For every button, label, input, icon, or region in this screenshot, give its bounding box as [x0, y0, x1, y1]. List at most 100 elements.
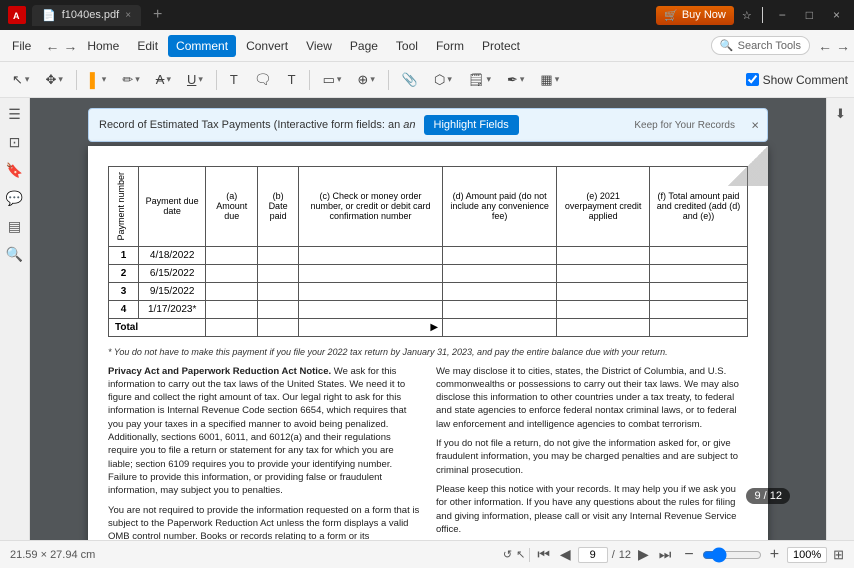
next-page-btn[interactable]: ▶: [635, 546, 652, 563]
nav-next-icon[interactable]: →: [836, 38, 850, 54]
highlight-btn[interactable]: ▌ ▾: [84, 69, 112, 91]
zoom-level-input[interactable]: [787, 547, 827, 563]
show-comment-toggle[interactable]: Show Comment: [746, 73, 848, 87]
pencil-icon: ✏: [122, 72, 133, 88]
select-icon[interactable]: ↖: [516, 548, 525, 561]
first-page-btn[interactable]: ⏮: [534, 546, 553, 563]
strikethrough-btn[interactable]: A ▾: [150, 69, 177, 90]
zoom-out-btn[interactable]: −: [682, 546, 695, 564]
sidebar-layers-icon[interactable]: ▤: [5, 216, 25, 236]
sidebar-search-icon[interactable]: 🔍: [5, 244, 25, 264]
tab-close-btn[interactable]: ×: [125, 10, 131, 21]
shapes-icon: ▭: [323, 72, 335, 88]
sidebar-nav-icon[interactable]: ☰: [5, 104, 25, 124]
svg-text:A: A: [13, 11, 20, 21]
highlight-icon: ▌: [90, 72, 100, 88]
menu-convert[interactable]: Convert: [238, 35, 296, 57]
sidebar-comment-icon[interactable]: 💬: [5, 188, 25, 208]
table-row: 2 6/15/2022: [109, 264, 748, 282]
sign-caret: ▾: [520, 74, 525, 85]
sep3: [309, 70, 310, 90]
download-icon[interactable]: ⬇: [831, 104, 851, 124]
attachment-btn[interactable]: 📎: [396, 69, 424, 91]
buy-now-button[interactable]: 🛒 Buy Now: [656, 6, 734, 25]
annotation-toolbar: ↖ ▾ ✥ ▾ ▌ ▾ ✏ ▾ A ▾ U ▾ T 🗨 T ▭ ▾ ⊕ ▾ 📎: [0, 62, 854, 98]
statusbar: 21.59 × 27.94 cm ↺ ↖ ⏮ ◀ / 12 ▶ ⏭ − + ⊞: [0, 540, 854, 568]
notification-close-btn[interactable]: ×: [751, 118, 759, 133]
menu-comment[interactable]: Comment: [168, 35, 236, 57]
highlight-caret: ▾: [102, 74, 107, 85]
pdf-viewer[interactable]: Record of Estimated Tax Payments (Intera…: [30, 98, 826, 540]
search-tools-box[interactable]: 🔍 Search Tools: [711, 36, 810, 55]
right-para3: Please keep this notice with your record…: [436, 483, 748, 536]
close-window-button[interactable]: ×: [827, 8, 846, 22]
rotate-ccw-icon[interactable]: ↺: [503, 548, 512, 561]
sign-icon: ✒: [507, 72, 518, 88]
cart-icon: 🛒: [664, 9, 678, 22]
stamp-btn[interactable]: ⬡ ▾: [428, 69, 458, 91]
typewriter-icon: T: [288, 72, 296, 87]
underline-icon: U: [187, 72, 196, 87]
check-header: (c) Check or money order number, or cred…: [298, 167, 442, 247]
pan-btn[interactable]: ✥ ▾: [39, 69, 68, 91]
sep4: [388, 70, 389, 90]
menu-view[interactable]: View: [298, 35, 340, 57]
app-icon: A: [8, 6, 26, 24]
table-row: 4 1/17/2023*: [109, 300, 748, 318]
back-arrow-icon[interactable]: ←: [45, 38, 59, 54]
area-highlight-btn[interactable]: ▦ ▾: [534, 69, 565, 91]
sidebar-thumbnail-icon[interactable]: ⊡: [5, 132, 25, 152]
page-badge: 9 / 12: [746, 488, 790, 504]
keep-label: Keep for Your Records: [634, 120, 735, 131]
measure-btn[interactable]: ⊕ ▾: [351, 69, 380, 91]
titlebar: A 📄 f1040es.pdf × + 🛒 Buy Now ☆ − □ ×: [0, 0, 854, 30]
active-tab[interactable]: 📄 f1040es.pdf ×: [32, 5, 141, 26]
sticky-note-btn[interactable]: 🗒 ▾: [462, 69, 497, 91]
menu-file[interactable]: File: [4, 35, 39, 57]
menu-page[interactable]: Page: [342, 35, 386, 57]
menu-tool[interactable]: Tool: [388, 35, 426, 57]
zoom-in-btn[interactable]: +: [768, 546, 781, 564]
sidebar-bookmark-icon[interactable]: 🔖: [5, 160, 25, 180]
minimize-button[interactable]: −: [773, 8, 792, 22]
content-area: ☰ ⊡ 🔖 💬 ▤ 🔍 Record of Estimated Tax Paym…: [0, 98, 854, 540]
measure-caret: ▾: [370, 74, 375, 85]
text-box-btn[interactable]: T: [224, 69, 244, 90]
notification-bar: Record of Estimated Tax Payments (Intera…: [88, 108, 768, 142]
nav-prev-icon[interactable]: ←: [818, 38, 832, 54]
text-columns: Privacy Act and Paperwork Reduction Act …: [108, 365, 748, 540]
sign-btn[interactable]: ✒ ▾: [501, 69, 530, 91]
privacy-heading-suffix: We ask for this information to carry out…: [108, 366, 406, 497]
new-tab-btn[interactable]: +: [147, 6, 168, 24]
stamp-caret: ▾: [447, 74, 452, 85]
pencil-btn[interactable]: ✏ ▾: [116, 69, 145, 91]
right-para2: If you do not file a return, do not give…: [436, 437, 748, 477]
maximize-button[interactable]: □: [800, 8, 819, 22]
last-page-btn[interactable]: ⏭: [656, 546, 675, 563]
area-highlight-icon: ▦: [540, 72, 552, 88]
sep2: [216, 70, 217, 90]
page-separator: /: [612, 549, 615, 561]
menu-home[interactable]: Home: [79, 35, 127, 57]
highlight-fields-button[interactable]: Highlight Fields: [424, 115, 519, 135]
typewriter-btn[interactable]: T: [282, 69, 302, 90]
shapes-btn[interactable]: ▭ ▾: [317, 69, 348, 91]
cursor-caret: ▾: [25, 74, 30, 85]
sep1: [76, 70, 77, 90]
prev-page-btn[interactable]: ◀: [557, 546, 574, 563]
menu-form[interactable]: Form: [428, 35, 472, 57]
show-comment-checkbox[interactable]: [746, 73, 759, 86]
fit-window-btn[interactable]: ⊞: [833, 547, 844, 563]
callout-icon: 🗨: [254, 71, 272, 88]
show-comment-label: Show Comment: [763, 73, 848, 87]
cursor-btn[interactable]: ↖ ▾: [6, 69, 35, 91]
zoom-slider[interactable]: [702, 547, 762, 563]
forward-arrow-icon[interactable]: →: [63, 38, 77, 54]
text-underline-btn[interactable]: U ▾: [181, 69, 209, 90]
sn-caret: ▾: [486, 74, 491, 85]
current-page-input[interactable]: [578, 547, 608, 563]
menu-protect[interactable]: Protect: [474, 35, 528, 57]
payment-due-date-header: Payment due date: [139, 167, 206, 247]
callout-btn[interactable]: 🗨: [248, 68, 278, 91]
menu-edit[interactable]: Edit: [129, 35, 166, 57]
